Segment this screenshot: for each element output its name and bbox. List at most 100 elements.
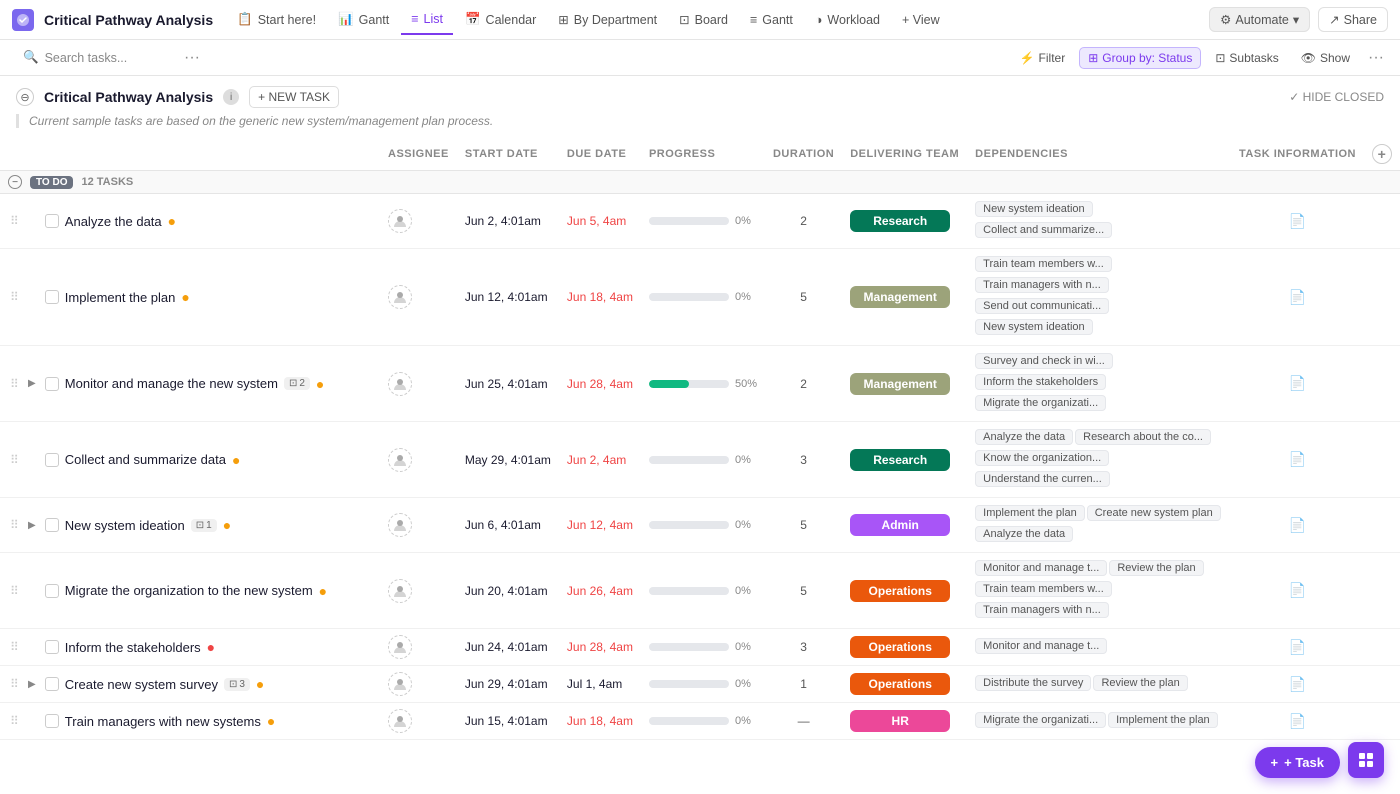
expand-subtasks-button[interactable]: ▶ [25,377,39,391]
hide-closed-button[interactable]: ✓ HIDE CLOSED [1289,90,1384,104]
task-doc-icon[interactable]: 📄 [1289,582,1306,598]
task-name: Train managers with new systems [65,714,261,729]
drag-handle[interactable]: ⠿ [10,677,19,691]
start-date: Jun 2, 4:01am [457,194,559,249]
task-info-cell: 📄 [1231,498,1364,553]
assignee-cell [380,553,457,629]
tab-list[interactable]: ≡ List [401,5,453,35]
show-button[interactable]: 👁 Show [1293,48,1358,68]
task-name-cell: ⠿ ▶ New system ideation ⊡1 ● [10,517,372,533]
drag-handle[interactable]: ⠿ [10,714,19,728]
task-name-cell: ⠿ ▶ Create new system survey ⊡3 ● [10,676,372,692]
tab-gantt1-label: Gantt [359,13,390,27]
assignee-avatar[interactable] [388,709,412,733]
task-checkbox[interactable] [45,290,59,304]
add-task-fab[interactable]: + + Task [1255,747,1340,778]
filter-button[interactable]: ⚡ Filter [1012,48,1074,68]
th-assignee: ASSIGNEE [380,138,457,171]
table-row: ⠿ Train managers with new systems ● Jun … [0,703,1400,740]
assignee-avatar[interactable] [388,672,412,696]
team-badge: Management [850,373,950,395]
drag-handle[interactable]: ⠿ [10,453,19,467]
share-button[interactable]: ↗ Share [1318,7,1388,32]
subtask-badge[interactable]: ⊡1 [191,519,217,532]
drag-handle[interactable]: ⠿ [10,290,19,304]
dep-tag: Monitor and manage t... [975,560,1107,576]
tab-start[interactable]: 📋 Start here! [227,5,326,35]
add-column-button[interactable]: + [1372,144,1392,164]
task-checkbox[interactable] [45,214,59,228]
table-row: ⠿ Analyze the data ● Jun 2, 4:01am Jun 5… [0,194,1400,249]
new-task-button[interactable]: + NEW TASK [249,86,339,108]
task-checkbox[interactable] [45,584,59,598]
expand-subtasks-button[interactable]: ▶ [25,677,39,691]
tab-add-view-label: + View [902,13,940,27]
task-doc-icon[interactable]: 📄 [1289,451,1306,467]
drag-handle[interactable]: ⠿ [10,377,19,391]
task-doc-icon[interactable]: 📄 [1289,517,1306,533]
search-box[interactable]: 🔍 Search tasks... [12,45,172,70]
task-doc-icon[interactable]: 📄 [1289,213,1306,229]
due-date: Jun 28, 4am [559,629,641,666]
task-doc-icon[interactable]: 📄 [1289,713,1306,729]
task-checkbox[interactable] [45,453,59,467]
task-doc-icon[interactable]: 📄 [1289,676,1306,692]
group-by-button[interactable]: ⊞ Group by: Status [1079,47,1201,69]
drag-handle[interactable]: ⠿ [10,214,19,228]
task-checkbox[interactable] [45,677,59,691]
task-checkbox[interactable] [45,640,59,654]
progress-bar-bg [649,717,729,725]
progress-bar-bg [649,587,729,595]
more-options-button[interactable]: ··· [180,47,204,69]
tab-gantt2[interactable]: ≡ Gantt [740,5,803,35]
team-badge: Operations [850,673,950,695]
drag-handle[interactable]: ⠿ [10,584,19,598]
due-date: Jun 26, 4am [559,553,641,629]
task-checkbox[interactable] [45,518,59,532]
automate-button[interactable]: ⚙ Automate ▾ [1209,7,1310,32]
task-checkbox[interactable] [45,714,59,728]
tab-start-label: Start here! [258,13,316,27]
start-icon: 📋 [237,12,253,27]
team-badge: Operations [850,580,950,602]
subtask-badge[interactable]: ⊡2 [284,377,310,390]
task-name: Implement the plan [65,290,176,305]
subtasks-button[interactable]: ⊡ Subtasks [1207,48,1286,68]
assignee-avatar[interactable] [388,635,412,659]
tab-gantt1[interactable]: 📊 Gantt [328,5,399,35]
team-badge: HR [850,710,950,732]
task-checkbox[interactable] [45,377,59,391]
task-doc-icon[interactable]: 📄 [1289,375,1306,391]
expand-subtasks-button[interactable]: ▶ [25,518,39,532]
deps-cell: Distribute the surveyReview the plan [967,666,1231,703]
task-doc-icon[interactable]: 📄 [1289,639,1306,655]
assignee-avatar[interactable] [388,579,412,603]
task-doc-icon[interactable]: 📄 [1289,289,1306,305]
duration-cell: 3 [765,629,842,666]
row-actions [1364,422,1400,498]
assignee-avatar[interactable] [388,209,412,233]
grid-view-fab[interactable] [1348,742,1384,778]
subtask-badge[interactable]: ⊡3 [224,678,250,691]
progress-bar-bg [649,456,729,464]
progress-bar-bg [649,217,729,225]
assignee-avatar[interactable] [388,448,412,472]
drag-handle[interactable]: ⠿ [10,518,19,532]
assignee-avatar[interactable] [388,513,412,537]
progress-bar-wrap: 0% [649,215,757,227]
board-icon: ⊡ [679,12,689,27]
progress-bar-bg [649,643,729,651]
collapse-button[interactable]: ⊖ [16,88,34,106]
tab-board[interactable]: ⊡ Board [669,5,738,35]
dep-tag: Train team members w... [975,256,1112,272]
info-icon[interactable]: i [223,89,239,105]
assignee-avatar[interactable] [388,372,412,396]
tab-add-view[interactable]: + View [892,5,950,35]
more-toolbar-options[interactable]: ··· [1364,47,1388,69]
drag-handle[interactable]: ⠿ [10,640,19,654]
tab-calendar[interactable]: 📅 Calendar [455,5,546,35]
assignee-avatar[interactable] [388,285,412,309]
tab-workload[interactable]: ◑ Workload [805,5,890,35]
collapse-section-button[interactable]: − [8,175,22,189]
tab-department[interactable]: ⊞ By Department [548,5,667,35]
